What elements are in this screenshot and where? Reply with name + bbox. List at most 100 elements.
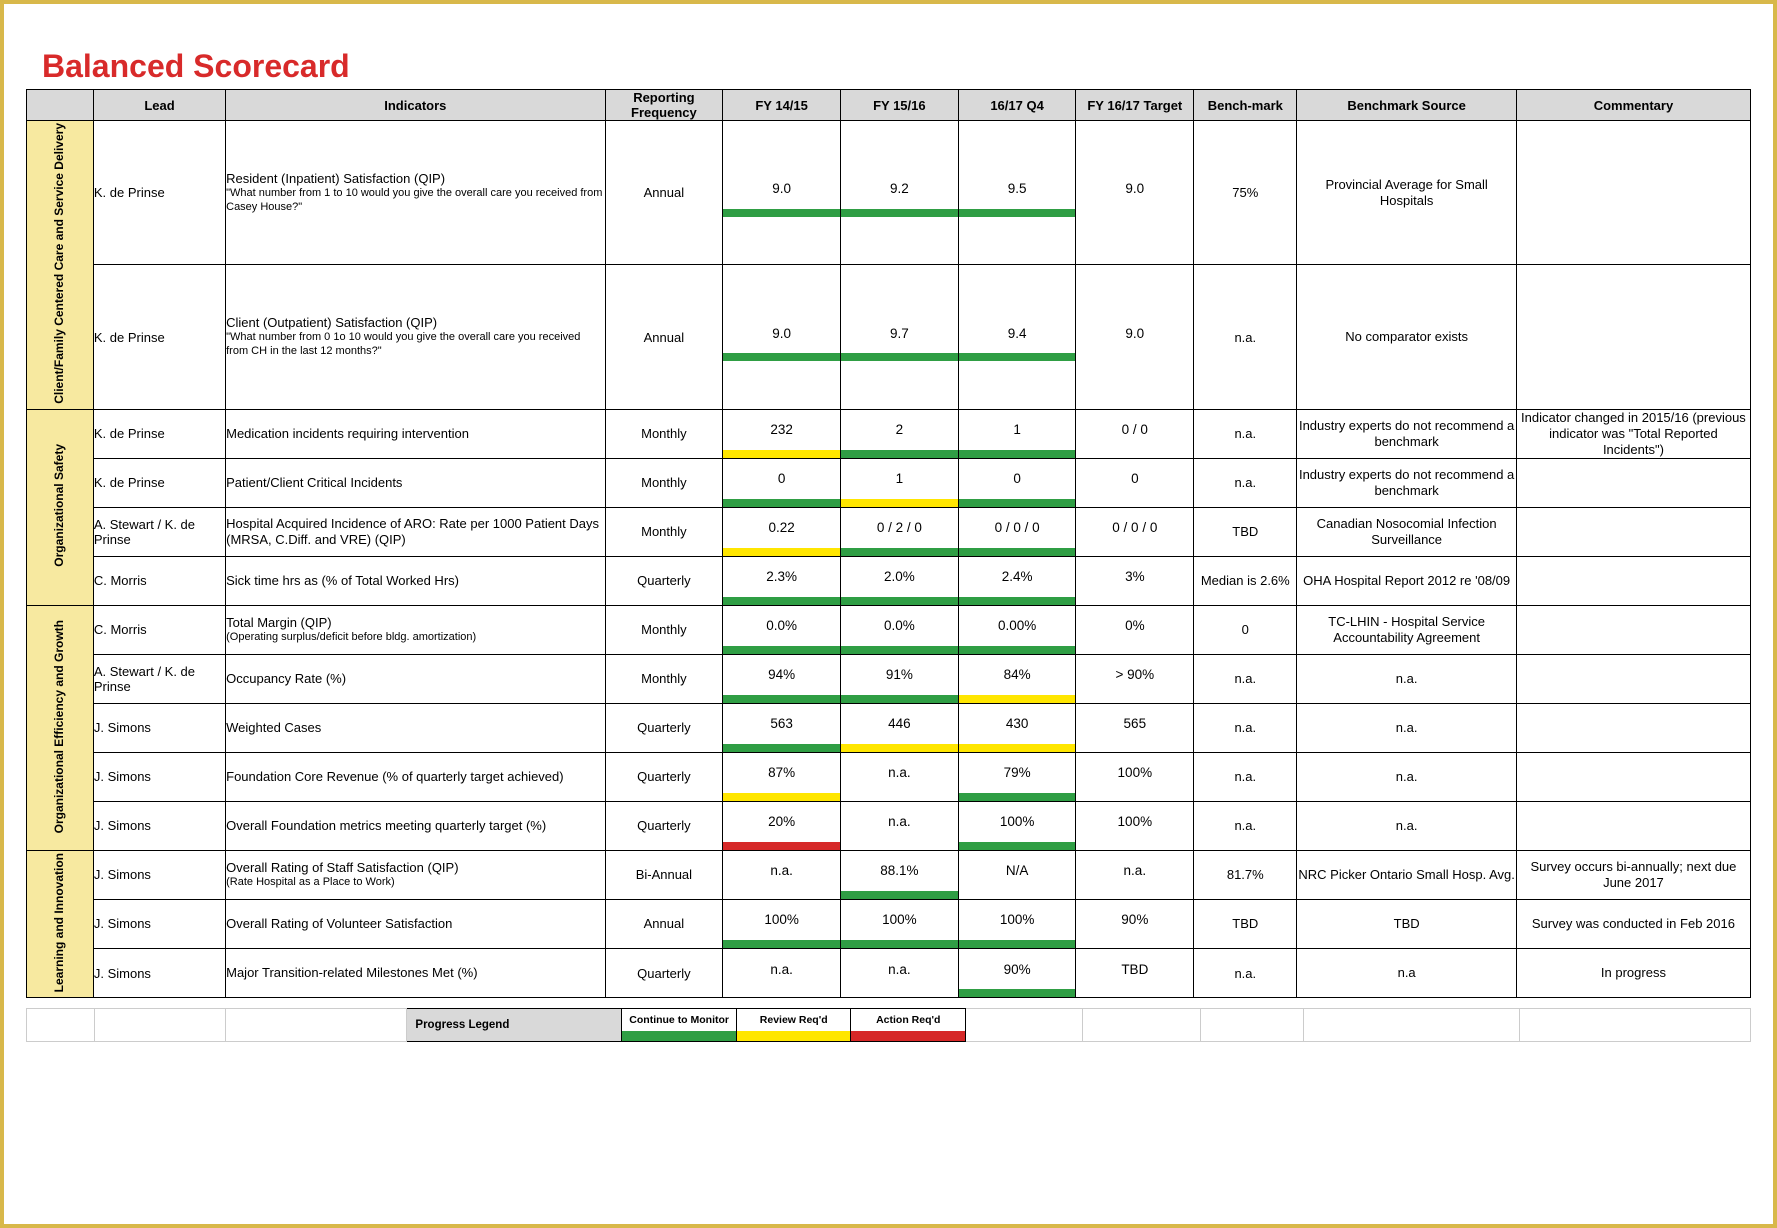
metric-cell: n.a. xyxy=(1076,850,1194,899)
status-bar xyxy=(959,548,1076,556)
lead-cell: K. de Prinse xyxy=(93,409,225,458)
metric-cell: 90% xyxy=(958,949,1076,998)
indicator-cell: Overall Rating of Volunteer Satisfaction xyxy=(226,899,605,948)
table-row: J. SimonsOverall Foundation metrics meet… xyxy=(27,801,1751,850)
status-bar xyxy=(1076,891,1193,899)
status-bar xyxy=(723,744,840,752)
metric-cell: 9.2 xyxy=(840,121,958,265)
lead-cell: J. Simons xyxy=(93,703,225,752)
lead-cell: C. Morris xyxy=(93,605,225,654)
indicator-cell: Major Transition-related Milestones Met … xyxy=(226,949,605,998)
status-bar xyxy=(1076,450,1193,458)
frequency-cell: Quarterly xyxy=(605,949,723,998)
frequency-cell: Monthly xyxy=(605,654,723,703)
status-bar xyxy=(841,793,958,801)
metric-value: 2.3% xyxy=(723,557,840,597)
metric-value: 0 / 0 xyxy=(1076,410,1193,450)
lead-cell: J. Simons xyxy=(93,752,225,801)
commentary-cell xyxy=(1516,801,1750,850)
status-bar xyxy=(1076,695,1193,703)
metric-cell: 9.4 xyxy=(958,265,1076,409)
status-bar xyxy=(723,353,840,361)
metric-cell: 2.0% xyxy=(840,556,958,605)
metric-value: N/A xyxy=(959,851,1076,891)
status-bar xyxy=(959,793,1076,801)
metric-value: 2 xyxy=(841,410,958,450)
metric-cell: 0% xyxy=(1076,605,1194,654)
metric-cell: 0 / 0 / 0 xyxy=(1076,507,1194,556)
lead-cell: A. Stewart / K. de Prinse xyxy=(93,507,225,556)
metric-cell: 100% xyxy=(958,801,1076,850)
benchmark-source-cell: Industry experts do not recommend a benc… xyxy=(1297,458,1516,507)
metric-cell: 565 xyxy=(1076,703,1194,752)
status-bar xyxy=(841,597,958,605)
commentary-cell xyxy=(1516,752,1750,801)
scorecard-table: Lead Indicators Reporting Frequency FY 1… xyxy=(26,89,1751,1008)
metric-value: n.a. xyxy=(723,851,840,891)
metric-cell: N/A xyxy=(958,850,1076,899)
metric-cell: 2 xyxy=(840,409,958,458)
metric-value: 90% xyxy=(1076,900,1193,940)
metric-cell: 90% xyxy=(1076,899,1194,948)
metric-cell: n.a. xyxy=(840,949,958,998)
indicator-subtext: "What number from 1 to 10 would you give… xyxy=(226,187,604,215)
status-bar xyxy=(841,989,958,997)
metric-cell: 0.00% xyxy=(958,605,1076,654)
status-bar xyxy=(841,548,958,556)
status-bar xyxy=(841,353,958,361)
metric-cell: 563 xyxy=(723,703,841,752)
status-bar xyxy=(723,940,840,948)
benchmark-cell: Median is 2.6% xyxy=(1194,556,1297,605)
status-bar xyxy=(723,209,840,217)
metric-cell: 88.1% xyxy=(840,850,958,899)
indicator-text: Resident (Inpatient) Satisfaction (QIP) xyxy=(226,171,604,187)
legend-review: Review Req'd xyxy=(736,1009,851,1042)
commentary-cell xyxy=(1516,458,1750,507)
metric-cell: 0.0% xyxy=(723,605,841,654)
indicator-subtext: (Rate Hospital as a Place to Work) xyxy=(226,876,604,890)
status-bar xyxy=(723,450,840,458)
frequency-cell: Annual xyxy=(605,121,723,265)
status-bar xyxy=(841,646,958,654)
metric-cell: 1 xyxy=(958,409,1076,458)
metric-cell: n.a. xyxy=(840,801,958,850)
metric-cell: 0.22 xyxy=(723,507,841,556)
category-cell: Organizational Safety xyxy=(27,409,94,605)
category-label: Organizational Safety xyxy=(53,442,66,569)
frequency-cell: Quarterly xyxy=(605,556,723,605)
metric-value: 430 xyxy=(959,704,1076,744)
indicator-cell: Hospital Acquired Incidence of ARO: Rate… xyxy=(226,507,605,556)
category-label: Learning and Innovation xyxy=(53,851,66,994)
status-bar xyxy=(841,744,958,752)
legend-action: Action Req'd xyxy=(851,1009,966,1042)
commentary-cell: Survey occurs bi-annually; next due June… xyxy=(1516,850,1750,899)
metric-value: 100% xyxy=(959,900,1076,940)
metric-value: 563 xyxy=(723,704,840,744)
benchmark-cell: 81.7% xyxy=(1194,850,1297,899)
indicator-cell: Occupancy Rate (%) xyxy=(226,654,605,703)
metric-cell: 0 xyxy=(1076,458,1194,507)
column-benchmark: Bench-mark xyxy=(1194,90,1297,121)
column-commentary: Commentary xyxy=(1516,90,1750,121)
metric-value: 0 xyxy=(723,459,840,499)
table-row: K. de PrinsePatient/Client Critical Inci… xyxy=(27,458,1751,507)
status-bar xyxy=(841,450,958,458)
indicator-text: Occupancy Rate (%) xyxy=(226,671,604,687)
metric-value: 79% xyxy=(959,753,1076,793)
status-bar xyxy=(1076,989,1193,997)
indicator-text: Major Transition-related Milestones Met … xyxy=(226,965,604,981)
frequency-cell: Quarterly xyxy=(605,801,723,850)
status-bar xyxy=(723,793,840,801)
table-body: Client/Family Centered Care and Service … xyxy=(27,121,1751,1009)
indicator-text: Total Margin (QIP) xyxy=(226,615,604,631)
benchmark-cell: 0 xyxy=(1194,605,1297,654)
benchmark-source-cell: n.a. xyxy=(1297,654,1516,703)
lead-cell: J. Simons xyxy=(93,850,225,899)
column-fy1516: FY 15/16 xyxy=(840,90,958,121)
column-frequency: Reporting Frequency xyxy=(605,90,723,121)
status-bar xyxy=(723,989,840,997)
status-bar xyxy=(959,842,1076,850)
indicator-cell: Overall Foundation metrics meeting quart… xyxy=(226,801,605,850)
indicator-cell: Total Margin (QIP)(Operating surplus/def… xyxy=(226,605,605,654)
lead-cell: C. Morris xyxy=(93,556,225,605)
